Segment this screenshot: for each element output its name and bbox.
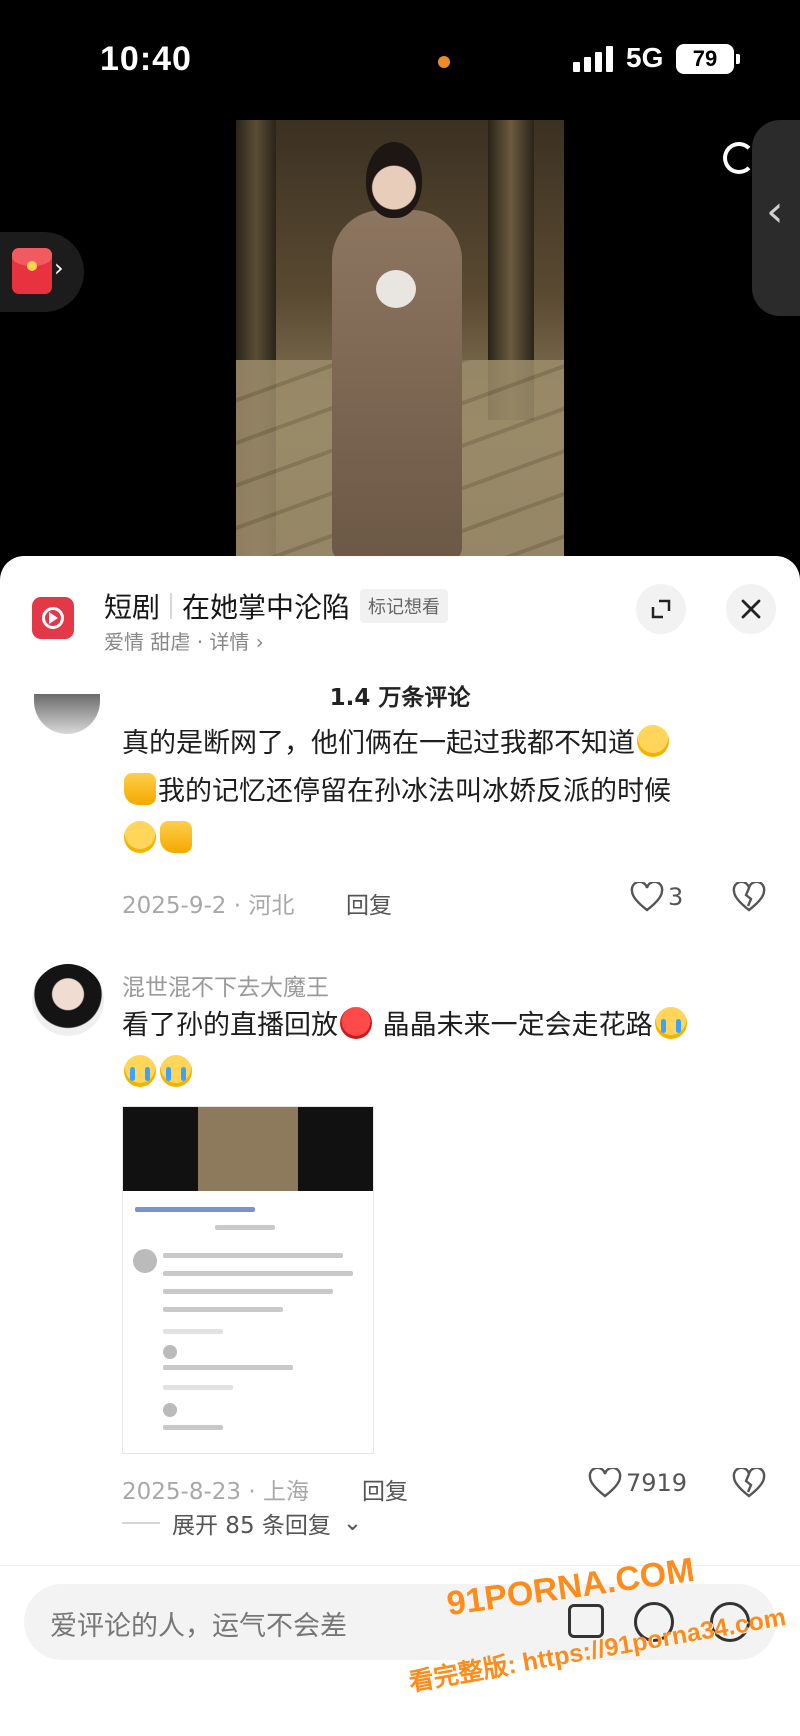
broken-heart-icon — [732, 1466, 766, 1498]
close-icon — [741, 599, 761, 619]
broken-heart-icon — [732, 880, 766, 912]
at-icon[interactable] — [634, 1602, 674, 1642]
drama-header[interactable]: 短剧 在她掌中沦陷 标记想看 — [104, 584, 449, 628]
recording-dot — [438, 56, 450, 68]
comment-meta: 2025-9-2 · 河北 — [122, 893, 295, 919]
grin-emoji-icon — [124, 821, 156, 853]
divider — [122, 1522, 160, 1524]
crying-emoji-icon — [654, 1007, 687, 1039]
comment-text: 看了孙的直播回放 晶晶未来一定会走花路 — [122, 1002, 762, 1098]
expand-icon — [651, 599, 671, 619]
like-button[interactable]: 3 — [630, 882, 683, 912]
close-button[interactable] — [726, 584, 776, 634]
avatar[interactable] — [34, 694, 100, 734]
comment-count: 1.4 万条评论 — [329, 685, 471, 711]
reply-button[interactable]: 回复 — [346, 886, 392, 920]
chevron-right-icon: › — [54, 254, 64, 282]
dislike-button[interactable] — [732, 1466, 766, 1502]
dislike-button[interactable] — [732, 880, 766, 916]
drama-title: 在她掌中沦陷 — [182, 591, 351, 624]
comment-input-placeholder: 爱评论的人，运气不会差 — [50, 1611, 347, 1642]
like-count: 7919 — [626, 1469, 688, 1497]
red-packet-button[interactable]: › — [0, 232, 84, 312]
chevron-down-icon: ⌄ — [342, 1510, 363, 1536]
drama-genre-details-link[interactable]: 爱情 甜虐 · 详情 › — [104, 626, 264, 655]
signal-icon — [573, 46, 617, 72]
mark-want-to-watch-button[interactable]: 标记想看 — [360, 589, 449, 623]
comment-input[interactable]: 爱评论的人，运气不会差 — [24, 1584, 776, 1660]
video-player[interactable] — [236, 120, 564, 560]
grin-emoji-icon — [637, 725, 669, 757]
crying-emoji-icon — [124, 1055, 156, 1087]
crying-emoji-icon — [160, 1055, 192, 1087]
heart-icon — [630, 882, 664, 912]
avatar[interactable] — [32, 964, 104, 1036]
expand-button[interactable] — [636, 584, 686, 634]
divider — [170, 593, 173, 619]
drama-label: 短剧 — [104, 591, 161, 624]
thumbs-up-emoji-icon — [160, 821, 192, 853]
comment-item: 真的是断网了，他们俩在一起过我都不知道 我的记忆还停留在孙冰法叫冰娇反派的时候 … — [0, 694, 800, 919]
thumbs-up-emoji-icon — [124, 773, 156, 805]
like-count: 3 — [668, 883, 684, 911]
short-drama-icon[interactable] — [32, 597, 74, 639]
heart-icon — [588, 1468, 622, 1498]
angry-emoji-icon — [340, 1007, 372, 1039]
red-packet-icon — [12, 248, 52, 294]
comment-username[interactable]: 混世混不下去大魔王 — [122, 968, 329, 1002]
smile-icon[interactable] — [710, 1602, 750, 1642]
status-bar: 10:40 5G 79 — [0, 0, 800, 120]
comment-item: 混世混不下去大魔王 看了孙的直播回放 晶晶未来一定会走花路 2025-8-23 … — [0, 960, 800, 1520]
loading-ring-icon — [723, 142, 755, 174]
comment-text: 真的是断网了，他们俩在一起过我都不知道 我的记忆还停留在孙冰法叫冰娇反派的时候 — [122, 720, 762, 864]
like-button[interactable]: 7919 — [588, 1468, 687, 1498]
image-icon[interactable] — [568, 1604, 604, 1638]
chevron-left-icon: ‹ — [766, 186, 784, 237]
clock: 10:40 — [100, 40, 192, 78]
comment-input-bar: 爱评论的人，运气不会差 — [0, 1565, 800, 1736]
reply-button[interactable]: 回复 — [362, 1472, 408, 1506]
network-type: 5G — [626, 42, 664, 73]
comment-meta: 2025-8-23 · 上海 — [122, 1479, 309, 1505]
comment-panel: 短剧 在她掌中沦陷 标记想看 爱情 甜虐 · 详情 › 1.4 万条评论 真的是… — [0, 556, 800, 1736]
battery-indicator: 79 — [676, 44, 740, 74]
expand-replies-button[interactable]: 展开 85 条回复 ⌄ — [122, 1506, 362, 1540]
side-panel-handle[interactable]: ‹ — [752, 120, 800, 316]
video-frame-figure — [332, 210, 462, 560]
comment-image[interactable] — [122, 1106, 374, 1454]
